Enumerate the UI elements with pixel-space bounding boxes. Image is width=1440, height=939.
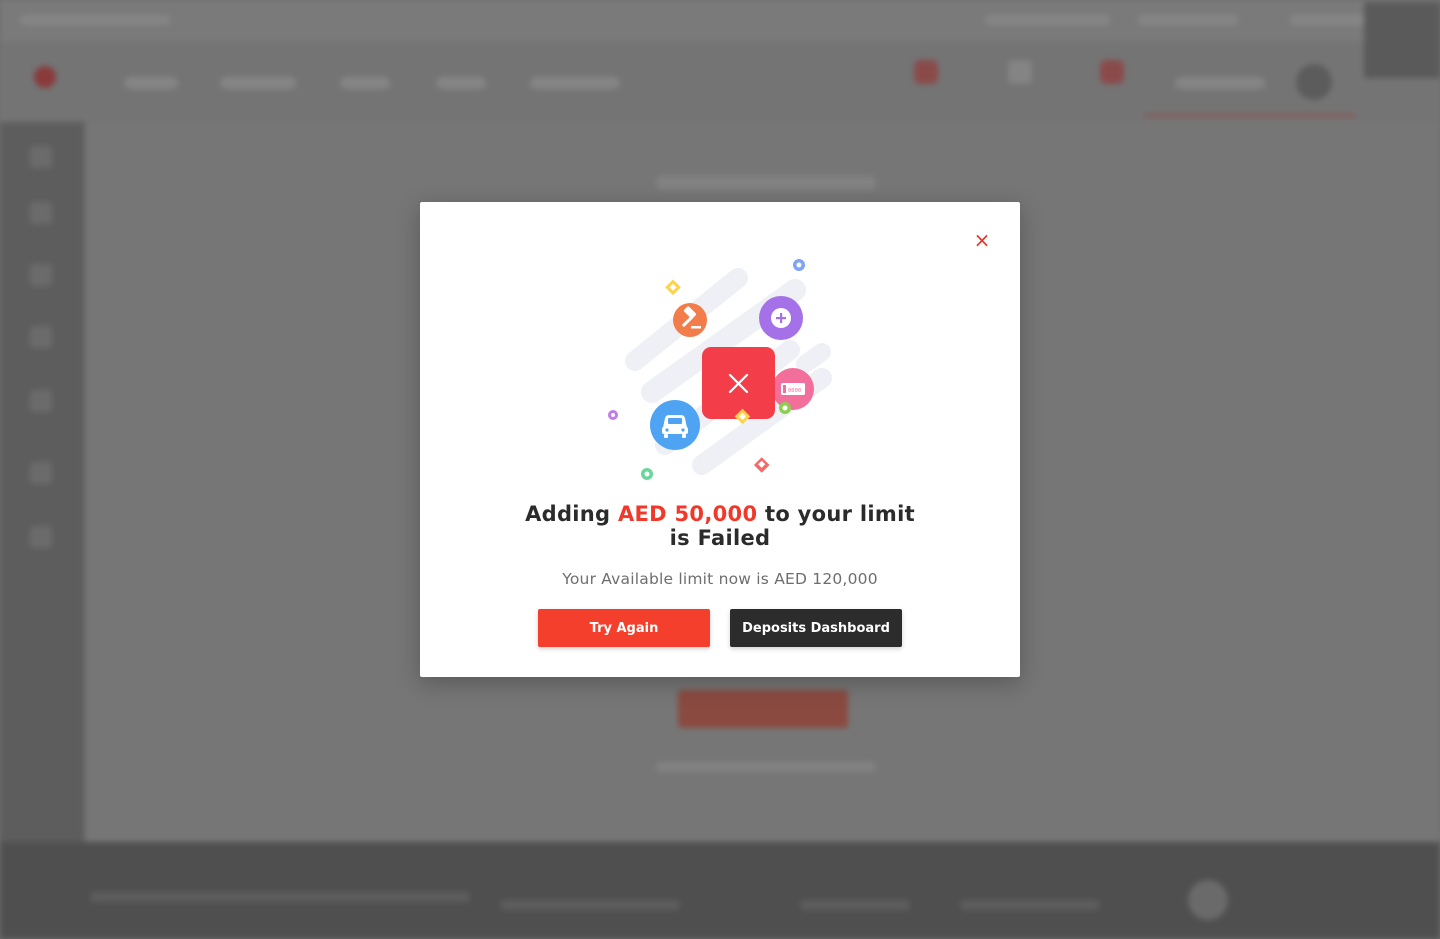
nav-item xyxy=(530,77,620,89)
sidebar-icon xyxy=(30,264,52,286)
avatar xyxy=(1296,64,1332,100)
sidebar-icon xyxy=(30,202,52,224)
x-icon xyxy=(702,347,775,425)
plus-icon xyxy=(759,296,803,340)
sidebar-icon xyxy=(30,462,52,484)
background-button xyxy=(678,690,848,728)
modal-title: Adding AED 50,000 to your limit is Faile… xyxy=(420,502,1020,550)
available-limit-text: Your Available limit now is AED 120,000 xyxy=(562,570,878,588)
nav-item xyxy=(220,77,296,89)
logo xyxy=(34,66,56,88)
sidebar-icon xyxy=(30,526,52,548)
header-icon xyxy=(1100,60,1124,84)
nav-item xyxy=(124,77,178,89)
deposits-dashboard-button[interactable]: Deposits Dashboard xyxy=(730,609,902,647)
sidebar-icon xyxy=(30,146,52,168)
sidebar-icon xyxy=(30,390,52,412)
close-button[interactable]: × xyxy=(970,230,994,250)
header-icon xyxy=(914,60,938,84)
title-line2: is Failed xyxy=(669,526,771,550)
sidebar xyxy=(0,122,84,842)
main-header xyxy=(0,42,1440,122)
nav-item xyxy=(1175,77,1265,89)
top-utility-bar xyxy=(0,0,1440,42)
nav-item xyxy=(340,77,390,89)
car-icon xyxy=(650,400,700,450)
gavel-icon xyxy=(673,303,707,337)
title-prefix: Adding xyxy=(525,502,618,526)
title-suffix: to your limit xyxy=(757,502,915,526)
sidebar-icon xyxy=(30,326,52,348)
footer xyxy=(0,842,1440,939)
try-again-button[interactable]: Try Again xyxy=(538,609,710,647)
footer-circle xyxy=(1188,880,1228,920)
header-icon xyxy=(1008,60,1032,84)
corner-panel xyxy=(1364,2,1440,78)
failure-illustration: 0000 xyxy=(608,259,832,480)
limit-failed-modal: × 0000 Adding AED 50,000 to your limit i… xyxy=(420,202,1020,677)
title-amount: AED 50,000 xyxy=(617,502,758,526)
nav-item xyxy=(436,77,486,89)
svg-text:0000: 0000 xyxy=(788,388,801,394)
header-accent-line xyxy=(1145,114,1355,117)
